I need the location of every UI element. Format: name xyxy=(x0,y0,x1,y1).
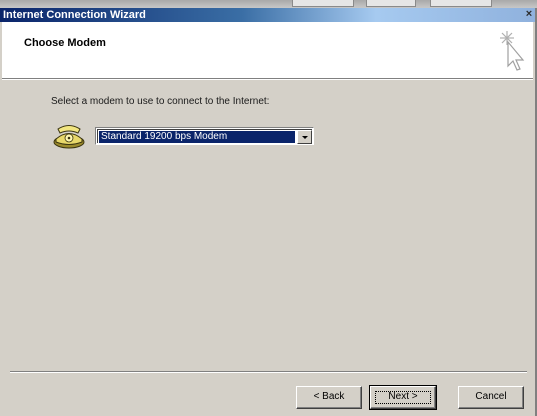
cancel-button-label: Cancel xyxy=(475,391,507,402)
header-divider xyxy=(2,79,533,80)
footer-divider xyxy=(10,371,527,373)
back-button-label: < Back xyxy=(313,391,345,402)
close-icon[interactable]: × xyxy=(523,7,535,21)
background-button xyxy=(430,0,492,7)
chevron-down-icon[interactable] xyxy=(297,130,312,144)
window-title: Internet Connection Wizard xyxy=(3,9,146,21)
modem-prompt-label: Select a modem to use to connect to the … xyxy=(51,96,270,107)
modem-select-value: Standard 19200 bps Modem xyxy=(99,131,295,143)
focus-ring xyxy=(375,391,431,404)
title-bar[interactable]: Internet Connection Wizard × xyxy=(0,8,537,22)
next-button[interactable]: Next > xyxy=(369,385,437,410)
cancel-button[interactable]: Cancel xyxy=(458,386,524,409)
back-button[interactable]: < Back xyxy=(296,386,362,409)
background-button xyxy=(292,0,354,7)
background-window-strip xyxy=(0,0,537,8)
modem-select[interactable]: Standard 19200 bps Modem xyxy=(95,127,314,145)
wizard-sparkle-cursor-icon xyxy=(500,31,525,71)
background-button xyxy=(366,0,416,7)
telephone-modem-icon xyxy=(53,125,85,149)
page-title: Choose Modem xyxy=(24,37,106,49)
wizard-header: Choose Modem xyxy=(2,22,533,79)
wizard-window: Internet Connection Wizard × Choose Mode… xyxy=(0,0,537,416)
